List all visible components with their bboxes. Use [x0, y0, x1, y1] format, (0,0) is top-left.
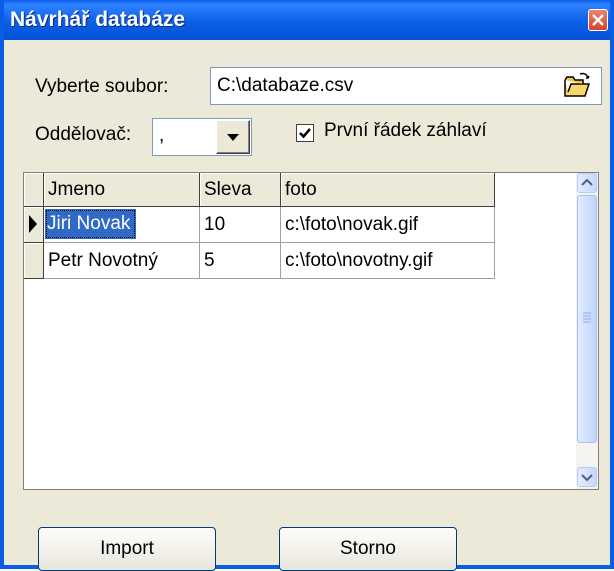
table-cell[interactable]: c:\foto\novotny.gif: [281, 243, 495, 279]
header-row-label: První řádek záhlaví: [324, 120, 487, 141]
cancel-button[interactable]: Storno: [279, 527, 457, 571]
dialog-window: Návrhář databáze Vyberte soubor: Oddělov…: [0, 0, 614, 571]
row-pointer-icon: [29, 215, 37, 233]
vertical-scrollbar[interactable]: [576, 173, 598, 489]
separator-dropdown-button[interactable]: [216, 120, 250, 154]
browse-button[interactable]: [562, 72, 592, 100]
close-button[interactable]: [588, 9, 608, 31]
scroll-thumb[interactable]: [577, 195, 597, 443]
separator-label: Oddělovač:: [35, 124, 132, 145]
folder-open-icon: [564, 72, 591, 97]
table-cell[interactable]: Petr Novotný: [44, 243, 200, 279]
separator-value: ,: [159, 125, 165, 146]
chevron-down-icon: [581, 474, 593, 482]
title-bar[interactable]: Návrhář databáze: [4, 0, 610, 40]
grid-corner: [24, 173, 44, 207]
column-header[interactable]: Jmeno: [44, 173, 200, 207]
data-grid[interactable]: Jmeno Sleva foto Jiri Novak 10 c:\foto\n…: [23, 172, 599, 490]
grip-icon: [583, 312, 591, 323]
row-selector[interactable]: [24, 243, 44, 279]
checkmark-icon: [299, 128, 311, 139]
selected-cell-text: Jiri Novak: [45, 209, 137, 239]
window-title: Návrhář databáze: [10, 8, 186, 31]
file-path-input[interactable]: [217, 75, 557, 97]
column-header[interactable]: foto: [281, 173, 495, 207]
file-label: Vyberte soubor:: [35, 76, 169, 97]
table-cell[interactable]: Jiri Novak: [44, 207, 200, 243]
separator-select[interactable]: ,: [152, 118, 252, 156]
scroll-up-button[interactable]: [577, 173, 597, 193]
header-row-checkbox[interactable]: [296, 124, 314, 142]
chevron-up-icon: [581, 178, 593, 186]
column-header[interactable]: Sleva: [200, 173, 281, 207]
scroll-down-button[interactable]: [577, 467, 597, 487]
table-cell[interactable]: c:\foto\novak.gif: [281, 207, 495, 243]
table-cell[interactable]: 10: [200, 207, 281, 243]
file-path-field[interactable]: [210, 67, 602, 105]
close-icon: [592, 14, 604, 26]
import-button[interactable]: Import: [38, 527, 216, 571]
table-cell[interactable]: 5: [200, 243, 281, 279]
row-selector[interactable]: [24, 207, 44, 243]
